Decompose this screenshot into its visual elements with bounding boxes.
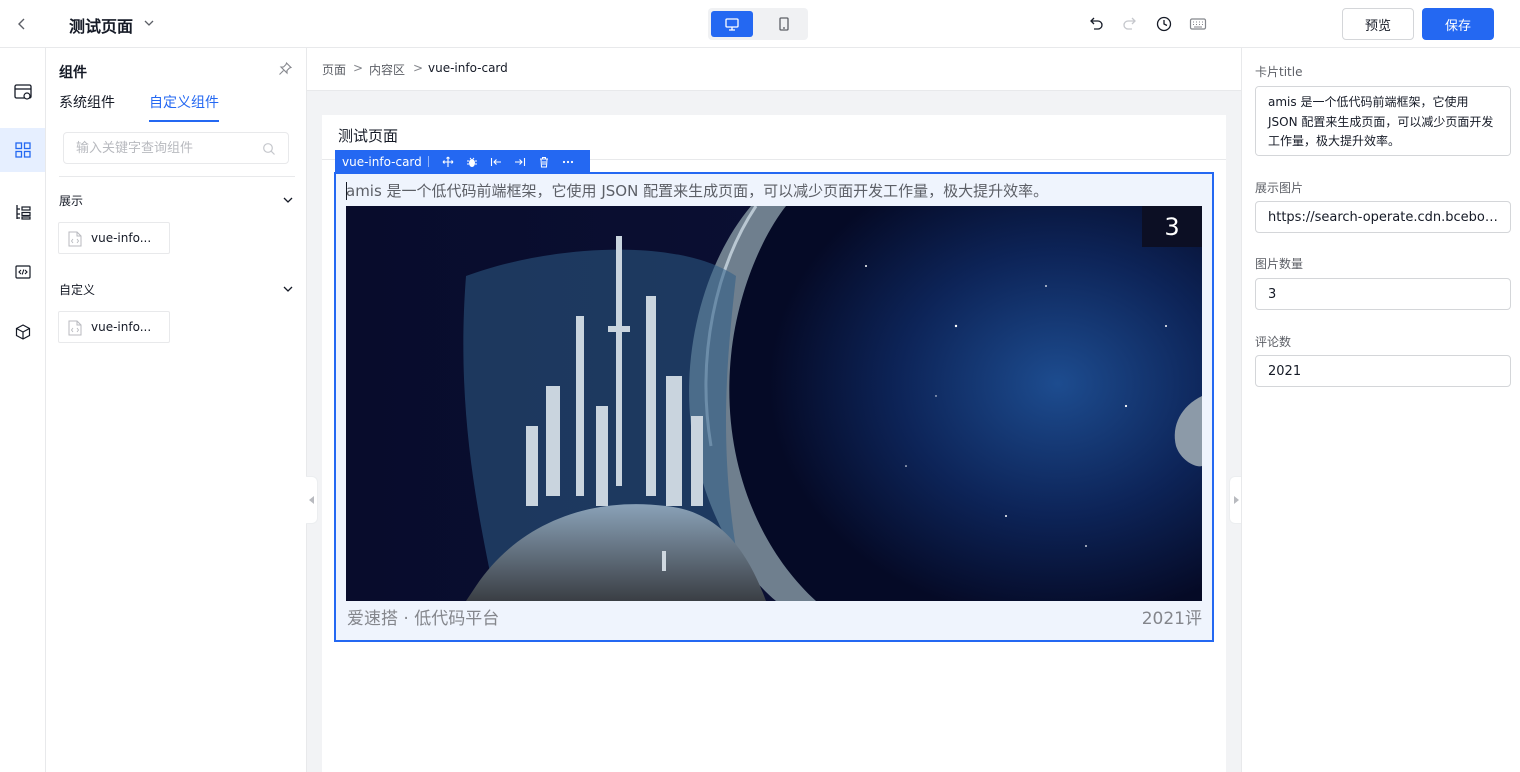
chevron-down-icon — [283, 197, 293, 203]
tab-custom-components[interactable]: 自定义组件 — [149, 92, 219, 122]
rail-outline[interactable] — [0, 190, 45, 234]
card-title[interactable]: amis 是一个低代码前端框架，它使用 JSON 配置来生成页面，可以减少页面开… — [346, 180, 1048, 201]
tablet-icon — [779, 17, 789, 31]
component-item[interactable]: vue-info... — [58, 311, 170, 343]
breadcrumb-separator: > — [413, 61, 424, 75]
prop-label-card-title: 卡片title — [1255, 65, 1303, 79]
chevron-down-icon — [283, 286, 293, 292]
toolbar-separator — [427, 156, 429, 167]
breadcrumb-item[interactable]: 内容区 — [369, 61, 405, 78]
component-toolbar: vue-info-card — [335, 150, 590, 173]
top-header: 测试页面 预览 保存 — [0, 0, 1520, 48]
insert-before-icon[interactable] — [484, 150, 508, 173]
breadcrumb: 页面 > 内容区 > vue-info-card — [307, 48, 1241, 91]
collapse-right-panel-button[interactable] — [1229, 476, 1241, 524]
card-title-textarea[interactable]: amis 是一个低代码前端框架，它使用 JSON 配置来生成页面，可以减少页面开… — [1255, 86, 1511, 156]
drag-move-icon[interactable] — [436, 150, 460, 173]
breadcrumb-separator: > — [353, 61, 364, 75]
component-search-input[interactable] — [64, 133, 254, 163]
history-clock-icon[interactable] — [1154, 14, 1174, 34]
component-item-label: vue-info... — [91, 320, 152, 334]
preview-page-title: 测试页面 — [338, 127, 399, 145]
group-header-display[interactable]: 展示 — [59, 190, 295, 210]
pc-view-button[interactable] — [711, 11, 753, 37]
insert-after-icon[interactable] — [508, 150, 532, 173]
rail-cube[interactable] — [0, 310, 45, 354]
property-panel: 卡片title amis 是一个低代码前端框架，它使用 JSON 配置来生成页面… — [1241, 48, 1520, 772]
chevron-down-icon[interactable] — [142, 16, 156, 30]
image-count-input[interactable] — [1255, 278, 1511, 310]
redo-icon[interactable] — [1120, 14, 1140, 34]
rail-code[interactable] — [0, 250, 45, 294]
keyboard-icon[interactable] — [1188, 14, 1208, 34]
prop-label-image: 展示图片 — [1255, 181, 1304, 195]
back-arrow-icon[interactable] — [12, 14, 32, 34]
file-code-icon — [68, 320, 82, 336]
selected-component-name: vue-info-card — [342, 154, 422, 169]
panel-divider — [59, 176, 295, 177]
outline-tree-icon — [15, 205, 31, 220]
panel-title: 组件 — [59, 65, 87, 81]
caret-right-icon — [1233, 496, 1239, 504]
component-panel: 组件 系统组件 自定义组件 展示 vue-info... 自定义 vue-inf… — [46, 48, 307, 772]
undo-icon[interactable] — [1086, 14, 1106, 34]
group-header-custom[interactable]: 自定义 — [59, 279, 295, 299]
component-item[interactable]: vue-info... — [58, 222, 170, 254]
more-icon[interactable] — [556, 150, 580, 173]
delete-icon[interactable] — [532, 150, 556, 173]
pin-icon[interactable] — [277, 61, 293, 77]
card-footer-comments: 2021评 — [1141, 609, 1202, 629]
bug-icon[interactable] — [460, 150, 484, 173]
card-image[interactable]: 3 — [346, 206, 1202, 601]
preview-button[interactable]: 预览 — [1342, 8, 1414, 40]
prop-label-image-count: 图片数量 — [1255, 257, 1304, 271]
save-button[interactable]: 保存 — [1422, 8, 1494, 40]
cube-icon — [15, 324, 30, 340]
components-grid-icon — [14, 142, 31, 158]
left-icon-rail — [0, 48, 46, 772]
search-icon[interactable] — [262, 142, 276, 156]
mobile-view-button[interactable] — [763, 11, 805, 37]
device-switch — [708, 8, 808, 40]
card-footer-source: 爱速搭 · 低代码平台 — [347, 609, 500, 629]
text-cursor — [346, 182, 347, 200]
sci-fi-city-illustration — [346, 206, 1202, 601]
collapse-left-panel-button[interactable] — [306, 476, 318, 524]
image-count-badge: 3 — [1142, 206, 1202, 247]
comment-count-input[interactable] — [1255, 355, 1511, 387]
code-icon — [14, 265, 31, 279]
file-code-icon — [68, 231, 82, 247]
breadcrumb-current: vue-info-card — [428, 61, 508, 75]
vue-info-card[interactable]: amis 是一个低代码前端框架，它使用 JSON 配置来生成页面，可以减少页面开… — [334, 172, 1214, 642]
caret-left-icon — [308, 496, 314, 504]
image-url-input[interactable] — [1255, 201, 1511, 233]
component-item-label: vue-info... — [91, 231, 152, 245]
monitor-icon — [725, 18, 739, 31]
rail-components[interactable] — [0, 128, 45, 172]
tab-system-components[interactable]: 系统组件 — [59, 92, 115, 120]
breadcrumb-item[interactable]: 页面 — [322, 61, 346, 78]
group-title: 展示 — [59, 194, 84, 208]
component-search — [63, 132, 289, 164]
rail-page-settings[interactable] — [0, 70, 45, 114]
group-title: 自定义 — [59, 283, 96, 297]
page-settings-icon — [13, 84, 32, 100]
prop-label-comment-count: 评论数 — [1255, 335, 1292, 349]
page-title: 测试页面 — [69, 17, 134, 36]
